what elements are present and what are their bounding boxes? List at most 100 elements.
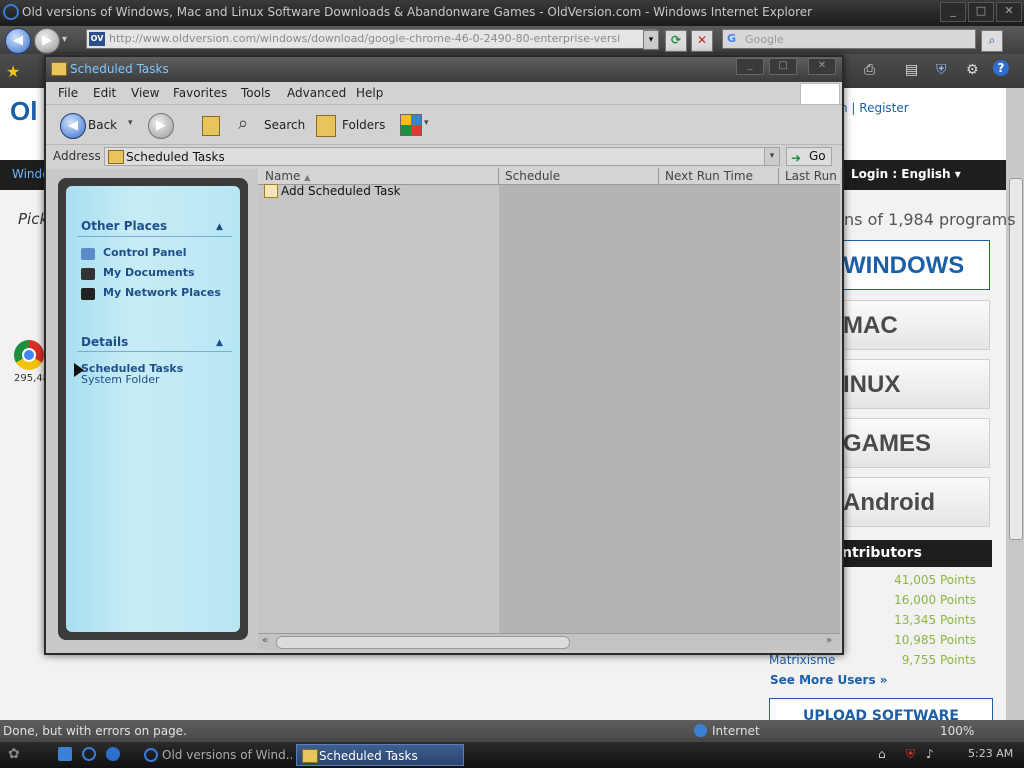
window-title-bar[interactable]: Scheduled Tasks _ □ ✕: [46, 57, 842, 82]
ie-history-dropdown[interactable]: ▾: [62, 34, 67, 45]
page-icon[interactable]: ▤: [905, 62, 918, 78]
ie-vertical-scrollbar[interactable]: [1006, 88, 1024, 720]
folders-icon[interactable]: [316, 115, 336, 137]
views-dropdown[interactable]: ▾: [424, 118, 429, 128]
scroll-thumb[interactable]: [276, 636, 570, 649]
search-button[interactable]: Search: [264, 118, 305, 132]
close-button[interactable]: ✕: [808, 58, 836, 75]
details-heading[interactable]: Details: [81, 335, 128, 349]
views-icon[interactable]: [400, 114, 422, 136]
security-zone: Internet: [712, 724, 760, 738]
menu-view[interactable]: View: [131, 86, 159, 100]
site-login-language[interactable]: Login : English ▾: [851, 167, 961, 181]
minimize-button[interactable]: _: [736, 58, 764, 75]
menu-bar: File Edit View Favorites Tools Advanced …: [46, 82, 842, 105]
network-tray-icon[interactable]: ⌂: [878, 747, 886, 761]
media-player-icon[interactable]: [106, 747, 120, 761]
menu-advanced[interactable]: Advanced: [287, 86, 346, 100]
ie-close-button[interactable]: ✕: [996, 2, 1022, 22]
link-my-network-places[interactable]: My Network Places: [103, 286, 221, 299]
column-name[interactable]: Name ▲: [265, 169, 310, 183]
platform-games[interactable]: GAMES: [838, 418, 990, 468]
search-icon[interactable]: ⌕: [238, 113, 248, 134]
scroll-right-icon[interactable]: »: [826, 635, 832, 646]
menu-file[interactable]: File: [58, 86, 78, 100]
ie-icon: [3, 4, 19, 20]
tools-gear-icon[interactable]: ⚙: [966, 62, 979, 78]
stop-icon[interactable]: ✕: [691, 30, 713, 52]
ie-search-field[interactable]: G Google: [722, 29, 976, 49]
see-more-users-link[interactable]: See More Users »: [770, 673, 888, 687]
column-next-run-time[interactable]: Next Run Time: [665, 169, 753, 183]
taskbar-item-ie[interactable]: Old versions of Wind...: [140, 744, 292, 766]
ie-navigation-bar: ◀ ▶ ▾ OV http://www.oldversion.com/windo…: [0, 26, 1024, 54]
back-button[interactable]: Back: [88, 118, 117, 132]
column-last-run-time[interactable]: Last Run T: [785, 169, 839, 183]
chrome-icon[interactable]: [14, 340, 44, 370]
antivirus-tray-icon[interactable]: ⛨: [906, 747, 915, 762]
folders-button[interactable]: Folders: [342, 118, 385, 132]
up-folder-icon[interactable]: [202, 116, 220, 136]
ie-title-bar: Old versions of Windows, Mac and Linux S…: [0, 0, 1024, 26]
back-dropdown[interactable]: ▾: [128, 118, 133, 128]
address-field[interactable]: Scheduled Tasks: [104, 147, 780, 166]
link-control-panel[interactable]: Control Panel: [103, 246, 187, 259]
back-icon[interactable]: ◀: [60, 113, 86, 139]
platform-windows[interactable]: WINDOWS: [838, 240, 990, 290]
upload-software-button[interactable]: UPLOAD SOFTWARE: [769, 698, 993, 722]
taskbar-item-scheduled-tasks[interactable]: Scheduled Tasks: [296, 744, 464, 766]
platform-android[interactable]: Android: [838, 477, 990, 527]
horizontal-scrollbar[interactable]: « »: [258, 633, 840, 650]
volume-tray-icon[interactable]: ♪: [926, 747, 934, 761]
zoom-level[interactable]: 100%: [940, 724, 974, 738]
ie-address-dropdown[interactable]: ▾: [643, 30, 659, 50]
ie-forward-button[interactable]: ▶: [34, 28, 60, 54]
show-desktop-icon[interactable]: [58, 747, 72, 761]
start-button[interactable]: ✿: [8, 746, 20, 762]
platform-linux[interactable]: INUX: [838, 359, 990, 409]
ie-address-field[interactable]: OV http://www.oldversion.com/windows/dow…: [86, 29, 656, 49]
column-label: Name: [265, 169, 301, 183]
folder-icon: [51, 62, 67, 76]
safety-icon[interactable]: ⛨: [936, 62, 947, 78]
address-dropdown[interactable]: ▾: [764, 147, 780, 166]
help-icon[interactable]: ?: [993, 60, 1009, 76]
maximize-button[interactable]: □: [769, 58, 797, 75]
scroll-thumb[interactable]: [1009, 178, 1023, 540]
taskbar: ✿ Old versions of Wind... Scheduled Task…: [0, 742, 1024, 768]
site-register-link[interactable]: n | Register: [840, 101, 909, 115]
forward-icon[interactable]: ▶: [148, 113, 174, 139]
task-icon: [264, 184, 278, 198]
ie-quicklaunch-icon[interactable]: [82, 747, 96, 761]
ie-window-controls: _ □ ✕: [938, 2, 1022, 22]
site-logo[interactable]: Ol: [10, 96, 37, 127]
menu-help[interactable]: Help: [356, 86, 383, 100]
taskbar-clock[interactable]: 5:23 AM: [968, 747, 1013, 760]
other-places-heading[interactable]: Other Places: [81, 219, 167, 233]
column-separator[interactable]: [498, 168, 499, 184]
menu-tools[interactable]: Tools: [241, 86, 271, 100]
ie-search-icon[interactable]: ⌕: [981, 30, 1003, 52]
ie-maximize-button[interactable]: □: [968, 2, 994, 22]
link-my-documents[interactable]: My Documents: [103, 266, 195, 279]
scroll-left-icon[interactable]: «: [262, 635, 268, 646]
print-icon[interactable]: ⎙: [864, 62, 875, 78]
column-separator[interactable]: [778, 168, 779, 184]
ie-window-title: Old versions of Windows, Mac and Linux S…: [22, 5, 813, 19]
ie-minimize-button[interactable]: _: [940, 2, 966, 22]
collapse-chevron-icon[interactable]: ▲: [216, 338, 223, 348]
platform-mac[interactable]: MAC: [838, 300, 990, 350]
favorites-star-icon[interactable]: ★: [6, 62, 20, 81]
ie-back-button[interactable]: ◀: [5, 28, 31, 54]
collapse-chevron-icon[interactable]: ▲: [216, 222, 223, 232]
mouse-cursor-icon: [74, 363, 84, 377]
sort-asc-icon: ▲: [304, 173, 311, 182]
refresh-icon[interactable]: ⟳: [665, 30, 687, 52]
menu-favorites[interactable]: Favorites: [173, 86, 227, 100]
column-separator[interactable]: [658, 168, 659, 184]
contributor-name[interactable]: Matrixisme: [769, 653, 835, 667]
my-documents-icon: [81, 268, 95, 280]
menu-edit[interactable]: Edit: [93, 86, 116, 100]
go-button[interactable]: ➜ Go: [786, 147, 832, 166]
column-schedule[interactable]: Schedule: [505, 169, 560, 183]
